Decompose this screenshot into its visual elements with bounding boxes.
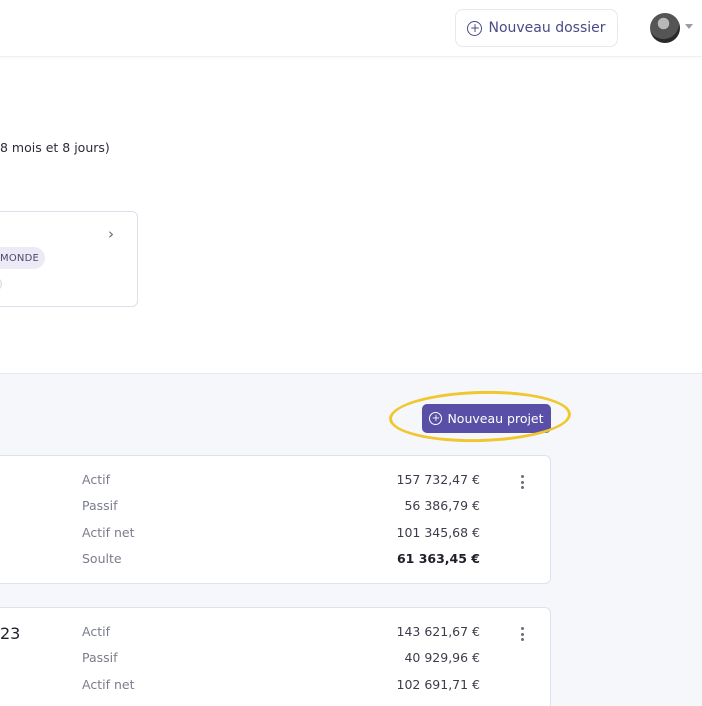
row-label: Passif	[82, 650, 118, 665]
new-project-button[interactable]: + Nouveau projet	[422, 404, 551, 433]
case-badge: MONDE	[0, 247, 45, 269]
case-duration-text: 8 mois et 8 jours)	[0, 140, 110, 155]
row-label: Actif net	[82, 677, 135, 692]
row-value: 157 732,47 €	[396, 472, 481, 487]
row-label: Actif	[82, 624, 110, 639]
row-label: Passif	[82, 498, 118, 513]
row-value: 143 621,67 €	[396, 624, 481, 639]
row-value: 101 345,68 €	[396, 525, 481, 540]
plus-circle-icon: +	[467, 20, 483, 36]
top-bar: + Nouveau dossier	[0, 0, 702, 57]
chevron-down-icon[interactable]	[685, 24, 693, 29]
new-folder-button[interactable]: + Nouveau dossier	[455, 9, 618, 47]
row-value: 102 691,71 €	[396, 677, 481, 692]
plus-circle-icon: +	[429, 412, 443, 425]
row-label: Actif net	[82, 525, 135, 540]
avatar[interactable]	[650, 13, 680, 43]
new-project-label: Nouveau projet	[447, 411, 544, 426]
row-value: 61 363,45 €	[396, 551, 480, 566]
new-folder-label: Nouveau dossier	[488, 20, 606, 36]
row-label: Actif	[82, 472, 110, 487]
more-options-icon[interactable]	[519, 475, 525, 489]
project-title: 23	[0, 624, 21, 643]
row-value: 56 386,79 €	[404, 498, 480, 513]
row-value: 40 929,96 €	[404, 650, 480, 665]
row-label: Soulte	[82, 551, 122, 566]
more-options-icon[interactable]	[519, 627, 525, 641]
chevron-right-icon[interactable]: ›	[108, 225, 114, 243]
